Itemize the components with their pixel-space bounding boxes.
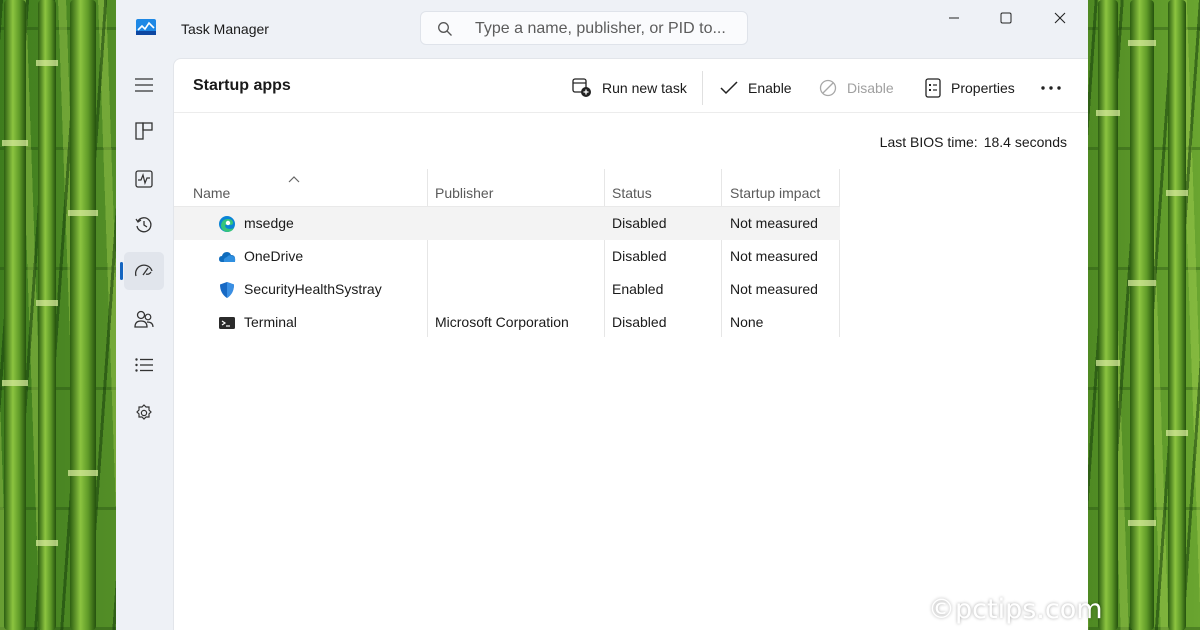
run-new-task-label: Run new task (602, 80, 687, 96)
performance-icon (135, 170, 153, 188)
terminal-icon (219, 317, 235, 329)
nav-processes[interactable] (124, 112, 164, 150)
table-row[interactable]: Terminal Microsoft Corporation Disabled … (174, 306, 840, 339)
hamburger-menu-icon (135, 78, 153, 92)
row-status: Disabled (612, 248, 667, 264)
nav-active-indicator (120, 262, 123, 280)
nav-services[interactable] (124, 394, 164, 432)
maximize-button[interactable] (980, 0, 1032, 36)
nav-startup-apps[interactable] (124, 252, 164, 290)
properties-button[interactable]: Properties (925, 77, 1015, 99)
onedrive-icon (219, 252, 236, 262)
row-name: msedge (244, 215, 294, 231)
table-row[interactable]: msedge Disabled Not measured (174, 207, 840, 240)
column-header-status[interactable]: Status (612, 185, 652, 201)
details-icon (135, 358, 153, 372)
more-options-button[interactable] (1036, 79, 1066, 97)
task-manager-window: Task Manager Type a name, publisher, or … (116, 0, 1088, 630)
nav-menu-button[interactable] (124, 66, 164, 104)
startup-apps-icon (134, 264, 153, 277)
enable-button[interactable]: Enable (720, 77, 792, 99)
minimize-icon (949, 17, 959, 19)
close-button[interactable] (1034, 0, 1086, 36)
row-name: Terminal (244, 314, 297, 330)
disable-button[interactable]: Disable (819, 77, 894, 99)
bios-time: Last BIOS time: 18.4 seconds (880, 134, 1067, 150)
nav-users[interactable] (124, 300, 164, 338)
users-icon (134, 310, 154, 328)
close-icon (1054, 12, 1066, 24)
page-title: Startup apps (193, 77, 291, 94)
row-status: Disabled (612, 314, 667, 330)
row-startup-impact: Not measured (730, 281, 818, 297)
row-startup-impact: Not measured (730, 215, 818, 231)
edge-icon (219, 216, 235, 232)
toolbar-separator (702, 71, 703, 105)
task-manager-app-icon (136, 19, 156, 35)
search-icon (438, 22, 452, 36)
bios-time-value: 18.4 seconds (983, 134, 1067, 150)
startup-apps-panel: Startup apps Run new task Enable Disable… (173, 58, 1088, 630)
row-status: Enabled (612, 281, 664, 297)
app-title: Task Manager (181, 21, 269, 37)
properties-label: Properties (951, 80, 1015, 96)
row-startup-impact: None (730, 314, 764, 330)
nav-app-history[interactable] (124, 206, 164, 244)
windows-security-icon (220, 282, 234, 298)
minimize-button[interactable] (928, 0, 980, 36)
search-placeholder: Type a name, publisher, or PID to... (475, 20, 726, 37)
row-status: Disabled (612, 215, 667, 231)
processes-icon (135, 122, 153, 140)
desktop-wallpaper-left (0, 0, 116, 630)
row-startup-impact: Not measured (730, 248, 818, 264)
column-header-name[interactable]: Name (193, 185, 230, 201)
bios-time-label: Last BIOS time: (879, 134, 978, 150)
desktop-wallpaper-right (1088, 0, 1200, 630)
search-input[interactable]: Type a name, publisher, or PID to... (420, 11, 748, 45)
sort-ascending-icon (288, 176, 300, 183)
maximize-icon (1000, 12, 1012, 24)
properties-icon (925, 78, 941, 98)
disable-label: Disable (847, 80, 894, 96)
checkmark-icon (720, 81, 738, 95)
site-watermark: ©pctips.com (928, 594, 1103, 625)
enable-label: Enable (748, 80, 792, 96)
row-name: SecurityHealthSystray (244, 281, 382, 297)
disable-icon (819, 79, 837, 97)
nav-performance[interactable] (124, 160, 164, 198)
table-row[interactable]: OneDrive Disabled Not measured (174, 240, 840, 273)
run-new-task-icon (572, 78, 591, 97)
column-header-startup-impact[interactable]: Startup impact (730, 185, 820, 201)
run-new-task-button[interactable]: Run new task (572, 77, 687, 99)
services-icon (136, 404, 152, 420)
row-publisher: Microsoft Corporation (435, 314, 569, 330)
app-history-icon (135, 217, 152, 233)
header-divider (174, 112, 1088, 113)
nav-details[interactable] (124, 346, 164, 384)
more-options-icon (1041, 86, 1061, 90)
row-name: OneDrive (244, 248, 304, 264)
column-header-publisher[interactable]: Publisher (435, 185, 493, 201)
title-bar: Task Manager Type a name, publisher, or … (116, 0, 1088, 58)
table-row[interactable]: SecurityHealthSystray Enabled Not measur… (174, 273, 840, 306)
